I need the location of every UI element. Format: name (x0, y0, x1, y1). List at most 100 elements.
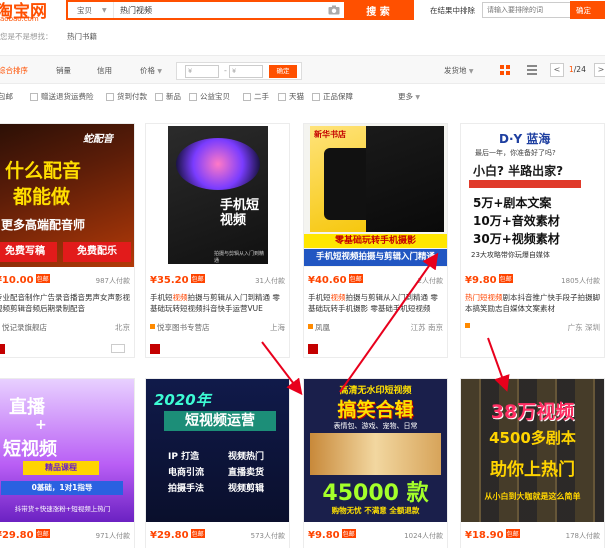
price-confirm-button[interactable]: 确定 (269, 65, 297, 78)
sold-count: 971人付款 (95, 532, 130, 540)
search-button[interactable]: 搜 索 (344, 2, 412, 18)
filter-new[interactable]: 新品 (155, 91, 181, 102)
product-image[interactable]: 2020年 短视频运营 IP 打造 视频热门 电商引流 直播卖货 拍摄手法 视频… (146, 379, 289, 522)
checkbox[interactable] (189, 92, 197, 101)
filter-more-button[interactable]: 更多 ▼ (398, 91, 420, 102)
product-image-text: 直播卖货 (228, 468, 265, 478)
product-card[interactable]: 新华书店 零基础玩转手机摄影 手机短视频拍摄与剪辑入门精通 ¥40.60 包邮 2… (303, 123, 448, 358)
location: 江苏 南京 (410, 323, 443, 332)
price-max-input[interactable]: ¥ (229, 65, 263, 78)
checkbox[interactable] (106, 92, 114, 101)
product-image-text: D·Y 蓝海 (499, 132, 551, 146)
prev-page-button[interactable]: < (550, 63, 564, 77)
product-image-text: 2020年 (154, 391, 211, 409)
camera-icon[interactable] (324, 2, 344, 18)
filter-charity[interactable]: 公益宝贝 (189, 91, 230, 102)
sort-default[interactable]: 综合排序 (0, 65, 28, 76)
filter-return-insurance[interactable]: 赠送退货运费险 (30, 91, 94, 102)
product-image-text: 10万+音效素材 (473, 214, 560, 228)
filter-label: 天猫 (289, 92, 304, 101)
location: 上海 (270, 323, 285, 332)
product-image-text: 手机短视频 (220, 198, 260, 228)
product-image[interactable]: 高清无水印短视频 搞笑合辑 表情包、游戏、宠物、日常 45000 款 购物无忧 … (304, 379, 447, 522)
exclude-label: 在结果中排除 (430, 6, 475, 15)
product-image[interactable]: 38万视频 4500多剧本 助你上热门 从小白到大咖就是这么简单 (461, 379, 604, 522)
product-image[interactable]: 新华书店 零基础玩转手机摄影 手机短视频拍摄与剪辑入门精通 (304, 124, 447, 267)
filter-label: 赠送退货运费险 (41, 92, 94, 101)
product-title[interactable]: 手机短视频拍摄与剪辑从入门到精通 零基础玩转手机摄影 零基础手机短视频 (308, 292, 443, 314)
checkbox[interactable] (155, 92, 163, 101)
price-row: ¥9.80 包邮 1024人付款 (308, 529, 443, 542)
product-card[interactable]: 手机短视频 拍摄与剪辑从入门到精通 ¥35.20 包邮 31人付款 手机短视频拍摄… (145, 123, 290, 358)
price-value: 9.80 (471, 275, 497, 286)
product-title[interactable]: 手机短视频拍摄与剪辑从入门到精通 零基础玩转短视频抖音快手运营VUE (150, 292, 285, 314)
sort-price[interactable]: 价格 ▼ (140, 65, 162, 76)
product-title[interactable]: 热门短视频剧本抖音推广快手段子拍摄脚本搞笑励志自媒体文案素材 (465, 292, 600, 314)
filter-secondhand[interactable]: 二手 (243, 91, 269, 102)
badge-row (150, 344, 280, 354)
suggestion-link[interactable]: 热门书籍 (67, 31, 97, 42)
filter-free-shipping[interactable]: 包邮 (0, 91, 13, 102)
search-input[interactable] (114, 2, 324, 18)
list-view-icon[interactable] (527, 65, 537, 75)
shop-name[interactable]: 悦记录旗舰店 (2, 323, 47, 332)
sold-count: 178人付款 (565, 532, 600, 540)
filter-label: 包邮 (0, 92, 13, 101)
product-image[interactable]: D·Y 蓝海 最后一年，你准备好了吗? 小白? 半路出家? 5万+剧本文案 10… (461, 124, 604, 267)
product-image-text: 蛇配音 (83, 134, 113, 145)
price-range-separator: - (224, 66, 227, 75)
product-image-text: 拍摄与剪辑从入门到精通 (214, 251, 265, 264)
product-image-text: 30万+视频素材 (473, 232, 560, 246)
filter-genuine[interactable]: 正品保障 (312, 91, 353, 102)
product-card[interactable]: 高清无水印短视频 搞笑合辑 表情包、游戏、宠物、日常 45000 款 购物无忧 … (303, 378, 448, 548)
chevron-down-icon: ▼ (468, 68, 474, 75)
filter-label: 货到付款 (117, 92, 147, 101)
free-shipping-badge: 包邮 (498, 274, 513, 283)
filter-tmall[interactable]: 天猫 (278, 91, 304, 102)
product-image-text: 零基础玩转手机摄影 (304, 234, 447, 248)
title-highlight: 视频 (172, 293, 188, 302)
checkbox[interactable] (30, 92, 38, 101)
total-pages: /24 (573, 65, 586, 74)
filter-cod[interactable]: 货到付款 (106, 91, 147, 102)
product-card[interactable]: 2020年 短视频运营 IP 打造 视频热门 电商引流 直播卖货 拍摄手法 视频… (145, 378, 290, 548)
grid-view-icon[interactable] (500, 65, 510, 75)
exclude-input[interactable] (482, 2, 570, 18)
badge-row (0, 344, 125, 354)
title-highlight: 视频 (330, 293, 346, 302)
search-scope-label: 宝贝 (77, 5, 92, 15)
price-value: 9.80 (314, 530, 340, 541)
product-image-text: 短视频 (3, 439, 57, 460)
product-card[interactable]: D·Y 蓝海 最后一年，你准备好了吗? 小白? 半路出家? 5万+剧本文案 10… (460, 123, 605, 358)
filter-label: 正品保障 (323, 92, 353, 101)
product-image-text: 都能做 (13, 186, 71, 208)
shop-row: 悦记录旗舰店 北京 (0, 322, 130, 332)
shop-icon (308, 324, 313, 329)
title-text: 手机短 (150, 293, 173, 302)
next-page-button[interactable]: > (594, 63, 605, 77)
product-image[interactable]: 直播 + 短视频 精品课程 0基础，1对1指导 抖带货+快速涨粉+短视频上热门 (0, 379, 134, 522)
checkbox[interactable] (243, 92, 251, 101)
shop-name[interactable]: 悦享图书专营店 (157, 323, 210, 332)
product-image-text: 23大攻略带你玩爆自媒体 (471, 251, 550, 259)
search-scope-select[interactable]: 宝贝 ▼ (68, 2, 114, 18)
product-card[interactable]: 直播 + 短视频 精品课程 0基础，1对1指导 抖带货+快速涨粉+短视频上热门 … (0, 378, 135, 548)
checkbox[interactable] (278, 92, 286, 101)
product-card[interactable]: 38万视频 4500多剧本 助你上热门 从小白到大咖就是这么简单 ¥18.90 包… (460, 378, 605, 548)
price-value: 10.00 (1, 275, 34, 286)
free-shipping-badge: 包邮 (190, 529, 205, 538)
price-min-input[interactable]: ¥ (185, 65, 219, 78)
product-price: ¥9.80 包邮 (465, 274, 513, 286)
product-image[interactable]: 手机短视频 拍摄与剪辑从入门到精通 (146, 124, 289, 267)
product-card[interactable]: 蛇配音 什么配音 都能做 更多高端配音师 免费写稿 免费配乐 ¥10.00包邮 … (0, 123, 135, 358)
exclude-confirm-button[interactable]: 确定 (570, 1, 605, 19)
product-title[interactable]: 专业配音制作广告录音播音男声女声影视视频剪辑音频后期录制配音 (0, 292, 130, 314)
product-image[interactable]: 蛇配音 什么配音 都能做 更多高端配音师 免费写稿 免费配乐 (0, 124, 134, 267)
product-image-text: 新华书店 (314, 130, 346, 139)
sort-sales[interactable]: 销量 (56, 65, 71, 76)
checkbox[interactable] (312, 92, 320, 101)
ship-from-select[interactable]: 发货地 ▼ (444, 65, 474, 76)
shop-name[interactable]: 凤凰 (315, 323, 330, 332)
sort-credit[interactable]: 信用 (97, 65, 112, 76)
sort-bar: 综合排序 销量 信用 价格 ▼ ¥ - ¥ 确定 发货地 ▼ < 1/24 > (0, 55, 605, 84)
